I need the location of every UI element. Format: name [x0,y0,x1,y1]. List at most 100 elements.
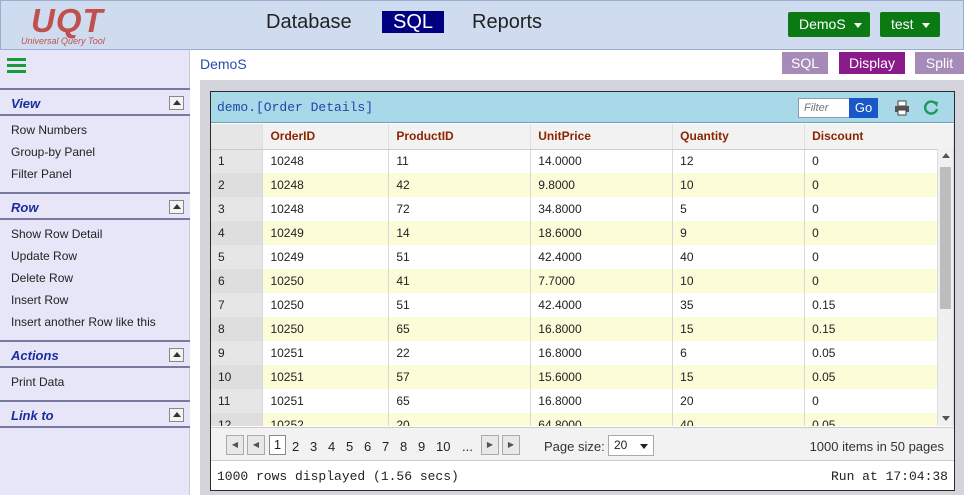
column-header[interactable]: UnitPrice [530,124,674,150]
go-button[interactable]: Go [849,98,878,118]
table-row[interactable]: 3 10248 72 34.8000 5 0 [211,197,954,221]
table-cell[interactable]: 10248 [262,197,390,221]
page-number[interactable]: 8 [400,439,407,454]
table-cell[interactable]: 22 [388,341,532,365]
column-header[interactable]: OrderID [262,124,390,150]
table-row[interactable]: 2 10248 42 9.8000 10 0 [211,173,954,197]
page-number[interactable]: 5 [346,439,353,454]
table-cell[interactable]: 10251 [262,389,390,413]
table-cell[interactable]: 0.15 [804,293,954,317]
last-page-icon[interactable]: ▶ [502,435,520,455]
user-dropdown[interactable]: test [880,12,940,37]
table-row[interactable]: 1 10248 11 14.0000 12 0 [211,149,954,173]
page-number[interactable]: 2 [292,439,299,454]
table-cell[interactable]: 5 [672,197,806,221]
table-cell[interactable]: 0.05 [804,365,954,389]
table-cell[interactable]: 10251 [262,341,390,365]
tab-sql[interactable]: SQL [782,52,828,74]
table-row[interactable]: 9 10251 22 16.8000 6 0.05 [211,341,954,365]
table-cell[interactable]: 65 [388,317,532,341]
table-cell[interactable]: 10 [672,269,806,293]
sidebar-item-update-row[interactable]: Update Row [11,249,77,263]
filter-input[interactable] [798,98,850,118]
page-number[interactable]: 7 [382,439,389,454]
table-cell[interactable]: 10250 [262,317,390,341]
scroll-up-arrow-icon[interactable] [942,153,950,158]
table-cell[interactable]: 9 [672,221,806,245]
collapse-icon[interactable] [169,348,184,362]
page-size-select[interactable]: 20 [608,435,654,456]
table-row[interactable]: 8 10250 65 16.8000 15 0.15 [211,317,954,341]
sidebar-item-filter-panel[interactable]: Filter Panel [11,167,72,181]
table-cell[interactable]: 10 [672,173,806,197]
table-cell[interactable]: 0 [804,269,954,293]
sidebar-item-group-by-panel[interactable]: Group-by Panel [11,145,95,159]
table-cell[interactable]: 0 [804,149,954,173]
table-cell[interactable]: 16.8000 [530,341,674,365]
table-row[interactable]: 10 10251 57 15.6000 15 0.05 [211,365,954,389]
table-cell[interactable]: 20 [388,413,532,426]
table-cell[interactable]: 10249 [262,245,390,269]
table-cell[interactable]: 42.4000 [530,293,674,317]
table-cell[interactable]: 0 [804,389,954,413]
table-cell[interactable]: 12 [672,149,806,173]
table-cell[interactable]: 10250 [262,269,390,293]
table-row[interactable]: 5 10249 51 42.4000 40 0 [211,245,954,269]
column-header[interactable]: ProductID [388,124,532,150]
table-cell[interactable]: 14.0000 [530,149,674,173]
connection-dropdown[interactable]: DemoS [788,12,870,37]
table-cell[interactable]: 0.15 [804,317,954,341]
table-cell[interactable]: 15 [672,317,806,341]
table-row[interactable]: 7 10250 51 42.4000 35 0.15 [211,293,954,317]
table-cell[interactable]: 35 [672,293,806,317]
nav-sql[interactable]: SQL [382,11,445,33]
table-cell[interactable]: 0.05 [804,341,954,365]
table-cell[interactable]: 18.6000 [530,221,674,245]
collapse-icon[interactable] [169,408,184,422]
table-cell[interactable]: 14 [388,221,532,245]
page-number-current[interactable]: 1 [269,435,286,455]
table-row[interactable]: 11 10251 65 16.8000 20 0 [211,389,954,413]
table-cell[interactable]: 42.4000 [530,245,674,269]
table-cell[interactable]: 0.05 [804,413,954,426]
table-row[interactable]: 4 10249 14 18.6000 9 0 [211,221,954,245]
table-cell[interactable]: 64.8000 [530,413,674,426]
prev-page-icon[interactable]: ◀ [247,435,265,455]
scroll-down-arrow-icon[interactable] [942,416,950,421]
table-cell[interactable]: 10251 [262,365,390,389]
table-cell[interactable]: 40 [672,245,806,269]
table-cell[interactable]: 40 [672,413,806,426]
table-cell[interactable]: 7.7000 [530,269,674,293]
collapse-icon[interactable] [169,96,184,110]
page-number[interactable]: 4 [328,439,335,454]
column-header[interactable]: Quantity [672,124,806,150]
collapse-icon[interactable] [169,200,184,214]
sidebar-item-delete-row[interactable]: Delete Row [11,271,73,285]
table-cell[interactable]: 10248 [262,149,390,173]
table-cell[interactable]: 65 [388,389,532,413]
table-cell[interactable]: 57 [388,365,532,389]
page-number[interactable]: 3 [310,439,317,454]
sidebar-item-show-row-detail[interactable]: Show Row Detail [11,227,102,241]
table-cell[interactable]: 16.8000 [530,389,674,413]
table-cell[interactable]: 10248 [262,173,390,197]
table-cell[interactable]: 34.8000 [530,197,674,221]
hamburger-menu-icon[interactable] [7,58,26,75]
sidebar-item-insert-another-row[interactable]: Insert another Row like this [11,315,156,329]
table-cell[interactable]: 10249 [262,221,390,245]
breadcrumb[interactable]: DemoS [200,56,247,72]
table-cell[interactable]: 15.6000 [530,365,674,389]
page-number[interactable]: 6 [364,439,371,454]
nav-reports[interactable]: Reports [472,11,542,33]
table-cell[interactable]: 51 [388,245,532,269]
table-cell[interactable]: 15 [672,365,806,389]
table-cell[interactable]: 0 [804,245,954,269]
table-cell[interactable]: 0 [804,221,954,245]
sidebar-item-print-data[interactable]: Print Data [11,375,64,389]
table-cell[interactable]: 0 [804,197,954,221]
table-cell[interactable]: 20 [672,389,806,413]
vertical-scrollbar[interactable] [937,149,953,426]
sidebar-item-insert-row[interactable]: Insert Row [11,293,68,307]
table-row[interactable]: 6 10250 41 7.7000 10 0 [211,269,954,293]
table-cell[interactable]: 0 [804,173,954,197]
